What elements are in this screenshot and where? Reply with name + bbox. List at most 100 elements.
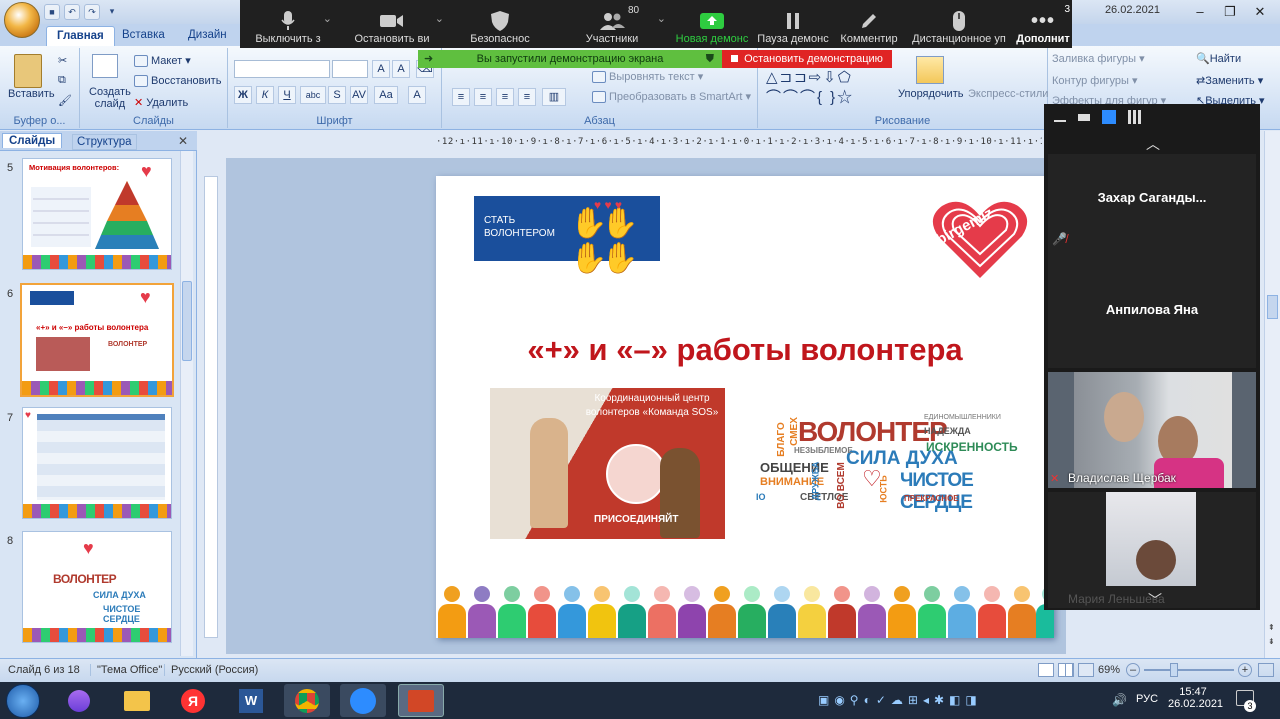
participant-tile-3[interactable]: ✕ Владислав Щербак	[1048, 372, 1256, 488]
annotate-button[interactable]: Комментир	[834, 0, 904, 48]
reset-button[interactable]: Восстановить	[134, 75, 221, 88]
spacing-icon[interactable]: AV	[350, 86, 368, 104]
speaker-view-icon[interactable]	[1102, 110, 1116, 124]
scroll-thumb[interactable]	[1267, 295, 1278, 319]
zoom-slider[interactable]	[1144, 669, 1234, 671]
main-vertical-scrollbar[interactable]: ⇞ ⇟	[1264, 131, 1280, 658]
office-button[interactable]	[4, 2, 40, 38]
shape-outline-button[interactable]: Контур фигуры ▾	[1052, 74, 1138, 87]
grow-font-icon[interactable]: A	[372, 60, 390, 78]
slides-panel-scrollbar[interactable]	[180, 151, 193, 656]
pause-share-button[interactable]: Пауза демонс	[752, 0, 834, 48]
clock[interactable]: 15:47 26.02.2021	[1168, 686, 1223, 710]
case-icon[interactable]: Aa	[374, 86, 398, 104]
slide-thumb-8[interactable]: ♥ ВОЛОНТЕР СИЛА ДУХА ЧИСТОЕ СЕРДЦЕ	[22, 531, 172, 643]
arrange-button[interactable]: Упорядочить	[898, 88, 963, 100]
tab-outline[interactable]: Структура	[72, 134, 137, 150]
save-icon[interactable]: ■	[44, 4, 60, 20]
minimize-panel-icon[interactable]	[1054, 110, 1066, 122]
shape-fill-button[interactable]: Заливка фигуры ▾	[1052, 52, 1145, 65]
tab-insert[interactable]: Вставка	[112, 26, 175, 46]
zoom-out-icon[interactable]: –	[1126, 663, 1140, 677]
prev-slide-icon[interactable]: ⇞	[1268, 623, 1275, 632]
security-button[interactable]: Безопаснос	[448, 0, 552, 48]
zoom-in-icon[interactable]: +	[1238, 663, 1252, 677]
next-slide-icon[interactable]: ⇟	[1268, 637, 1275, 646]
underline-icon[interactable]: Ч	[278, 86, 296, 104]
chevron-down-icon[interactable]: ⌄	[323, 12, 332, 25]
close-panel-icon[interactable]: ✕	[178, 134, 188, 148]
layout-button[interactable]: Макет ▾	[134, 54, 191, 68]
italic-icon[interactable]: К	[256, 86, 274, 104]
minimize-icon[interactable]: –	[1186, 3, 1214, 21]
scroll-thumb[interactable]	[182, 281, 192, 361]
paste-button[interactable]: Вставить	[8, 88, 55, 100]
zoom-level[interactable]: 69%	[1098, 664, 1120, 676]
chevron-down-icon[interactable]: ⌄	[435, 12, 444, 25]
zoom-slider-thumb[interactable]	[1170, 663, 1178, 677]
cut-icon[interactable]: ✂	[58, 54, 67, 67]
mute-button[interactable]: Выключить з ⌄	[240, 0, 336, 48]
chevron-down-icon[interactable]: ⌄	[657, 12, 666, 25]
quick-styles-button[interactable]: Экспресс-стили	[968, 88, 1048, 100]
align-center-icon[interactable]: ≡	[474, 88, 492, 106]
yandex-browser-icon[interactable]: Я	[170, 684, 216, 717]
chrome-icon[interactable]	[284, 684, 330, 717]
normal-view-icon[interactable]	[1038, 663, 1054, 677]
participant-tile-2[interactable]: Анпилова Яна	[1048, 250, 1256, 368]
participants-button[interactable]: Участники 80 ⌄	[552, 0, 672, 48]
file-explorer-icon[interactable]	[114, 684, 160, 717]
gallery-view-icon[interactable]	[1128, 110, 1142, 124]
shapes-gallery[interactable]: △⊐⊐⇨⇩⬠ ⌒⌒⌒{ }☆	[766, 68, 886, 114]
new-share-button[interactable]: Новая демонс	[672, 0, 752, 48]
slide-thumb-7[interactable]: ♥	[22, 407, 172, 519]
participant-tile-4[interactable]: Мария Леньшева ﹀	[1048, 492, 1256, 608]
input-language[interactable]: РУС	[1136, 693, 1158, 705]
align-text-button[interactable]: Выровнять текст ▾	[592, 70, 703, 84]
delete-slide-button[interactable]: ✕ Удалить	[134, 96, 188, 109]
word-icon[interactable]: W	[228, 684, 274, 717]
current-slide[interactable]: СТАТЬ ВОЛОНТЕРОМ ✋✋✋✋ ♥ ♥ ♥ birgemiz «+»…	[436, 176, 1054, 638]
tab-design[interactable]: Дизайн	[178, 26, 237, 46]
font-name-select[interactable]	[234, 60, 330, 78]
new-slide-icon[interactable]	[92, 54, 118, 78]
chevron-up-icon[interactable]: ︿	[1146, 134, 1160, 154]
format-painter-icon[interactable]: 🖌	[58, 94, 72, 107]
shrink-font-icon[interactable]: A	[392, 60, 410, 78]
system-tray-icons[interactable]: ▣◉⚲◐✓☁⊞◂✱◧◨	[818, 693, 982, 707]
customize-qat-icon[interactable]: ▾	[104, 4, 120, 20]
find-button[interactable]: 🔍Найти	[1196, 52, 1241, 65]
undo-icon[interactable]: ↶	[64, 4, 80, 20]
slide-thumb-5[interactable]: Мотивация волонтеров: ♥	[22, 158, 172, 270]
strikethrough-icon[interactable]: abc	[300, 86, 326, 104]
copy-icon[interactable]: ⧉	[58, 74, 66, 87]
shadow-icon[interactable]: S	[328, 86, 346, 104]
slideshow-icon[interactable]	[1078, 663, 1094, 677]
chevron-down-icon[interactable]: ﹀	[1148, 590, 1162, 610]
smartart-button[interactable]: Преобразовать в SmartArt ▾	[592, 90, 751, 104]
replace-button[interactable]: ⇄Заменить ▾	[1196, 74, 1263, 87]
volume-icon[interactable]: 🔊	[1112, 693, 1127, 707]
stop-share-button[interactable]: Остановить демонстрацию	[722, 50, 892, 68]
single-view-icon[interactable]	[1078, 114, 1090, 121]
redo-icon[interactable]: ↷	[84, 4, 100, 20]
more-button[interactable]: ••• Дополнит 3	[1014, 0, 1072, 48]
font-color-icon[interactable]: A	[408, 86, 426, 104]
language-status[interactable]: Русский (Россия)	[164, 664, 258, 676]
close-icon[interactable]: ✕	[1246, 3, 1274, 21]
powerpoint-icon[interactable]	[398, 684, 444, 717]
alice-app-icon[interactable]	[56, 684, 102, 717]
stop-video-button[interactable]: Остановить ви ⌄	[336, 0, 448, 48]
bold-icon[interactable]: Ж	[234, 86, 252, 104]
start-button[interactable]	[6, 684, 40, 718]
zoom-app-icon[interactable]	[340, 684, 386, 717]
tab-home[interactable]: Главная	[46, 26, 115, 46]
font-size-select[interactable]	[332, 60, 368, 78]
fit-to-window-icon[interactable]	[1258, 663, 1274, 677]
slide-thumb-6-selected[interactable]: ♥ «+» и «–» работы волонтера ВОЛОНТЕР	[20, 283, 174, 397]
new-slide-button[interactable]: Создать слайд	[89, 86, 131, 110]
paste-icon[interactable]	[14, 54, 42, 88]
maximize-icon[interactable]: ❐	[1216, 3, 1244, 21]
align-right-icon[interactable]: ≡	[496, 88, 514, 106]
columns-icon[interactable]: ▥	[542, 88, 566, 106]
